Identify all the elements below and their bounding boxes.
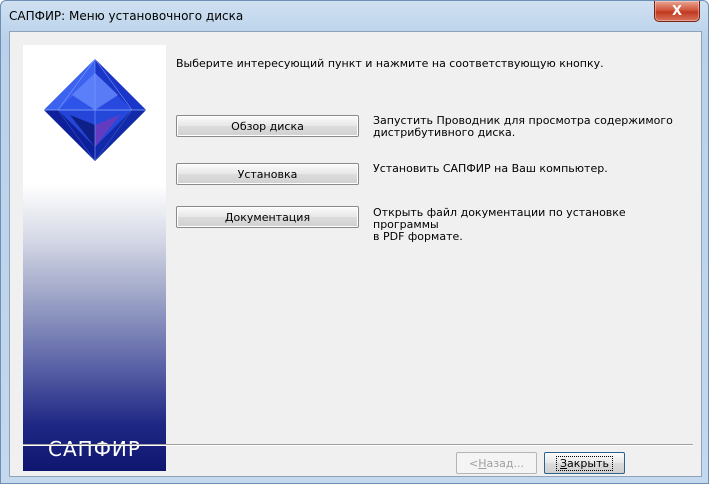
documentation-button[interactable]: Документация (176, 206, 359, 228)
close-button[interactable]: Закрыть (544, 452, 625, 474)
close-button-label: Закрыть (555, 455, 613, 471)
install-description: Установить САПФИР на Ваш компьютер. (373, 162, 608, 175)
footer-separator (23, 444, 693, 446)
instruction-text: Выберите интересующий пункт и нажмите на… (176, 57, 604, 70)
blue-gem-icon (44, 58, 146, 162)
window-close-button[interactable]: X (654, 1, 700, 22)
browse-disk-description: Запустить Проводник для просмотра содерж… (373, 114, 673, 139)
window-title: САПФИР: Меню установочного диска (9, 9, 244, 23)
install-button[interactable]: Установка (176, 163, 359, 185)
installer-window: САПФИР: Меню установочного диска X САПФИ… (0, 0, 709, 484)
title-bar[interactable]: САПФИР: Меню установочного диска X (1, 1, 708, 31)
dialog-body: САПФИР Выберите интересующий пункт и наж… (9, 31, 702, 477)
banner-title: САПФИР (48, 437, 141, 461)
documentation-description: Открыть файл документации по установке п… (373, 206, 626, 243)
browse-disk-button[interactable]: Обзор диска (176, 115, 359, 137)
close-icon: X (671, 3, 683, 19)
back-button[interactable]: < Назад... (456, 452, 537, 474)
side-banner: САПФИР (23, 45, 166, 471)
